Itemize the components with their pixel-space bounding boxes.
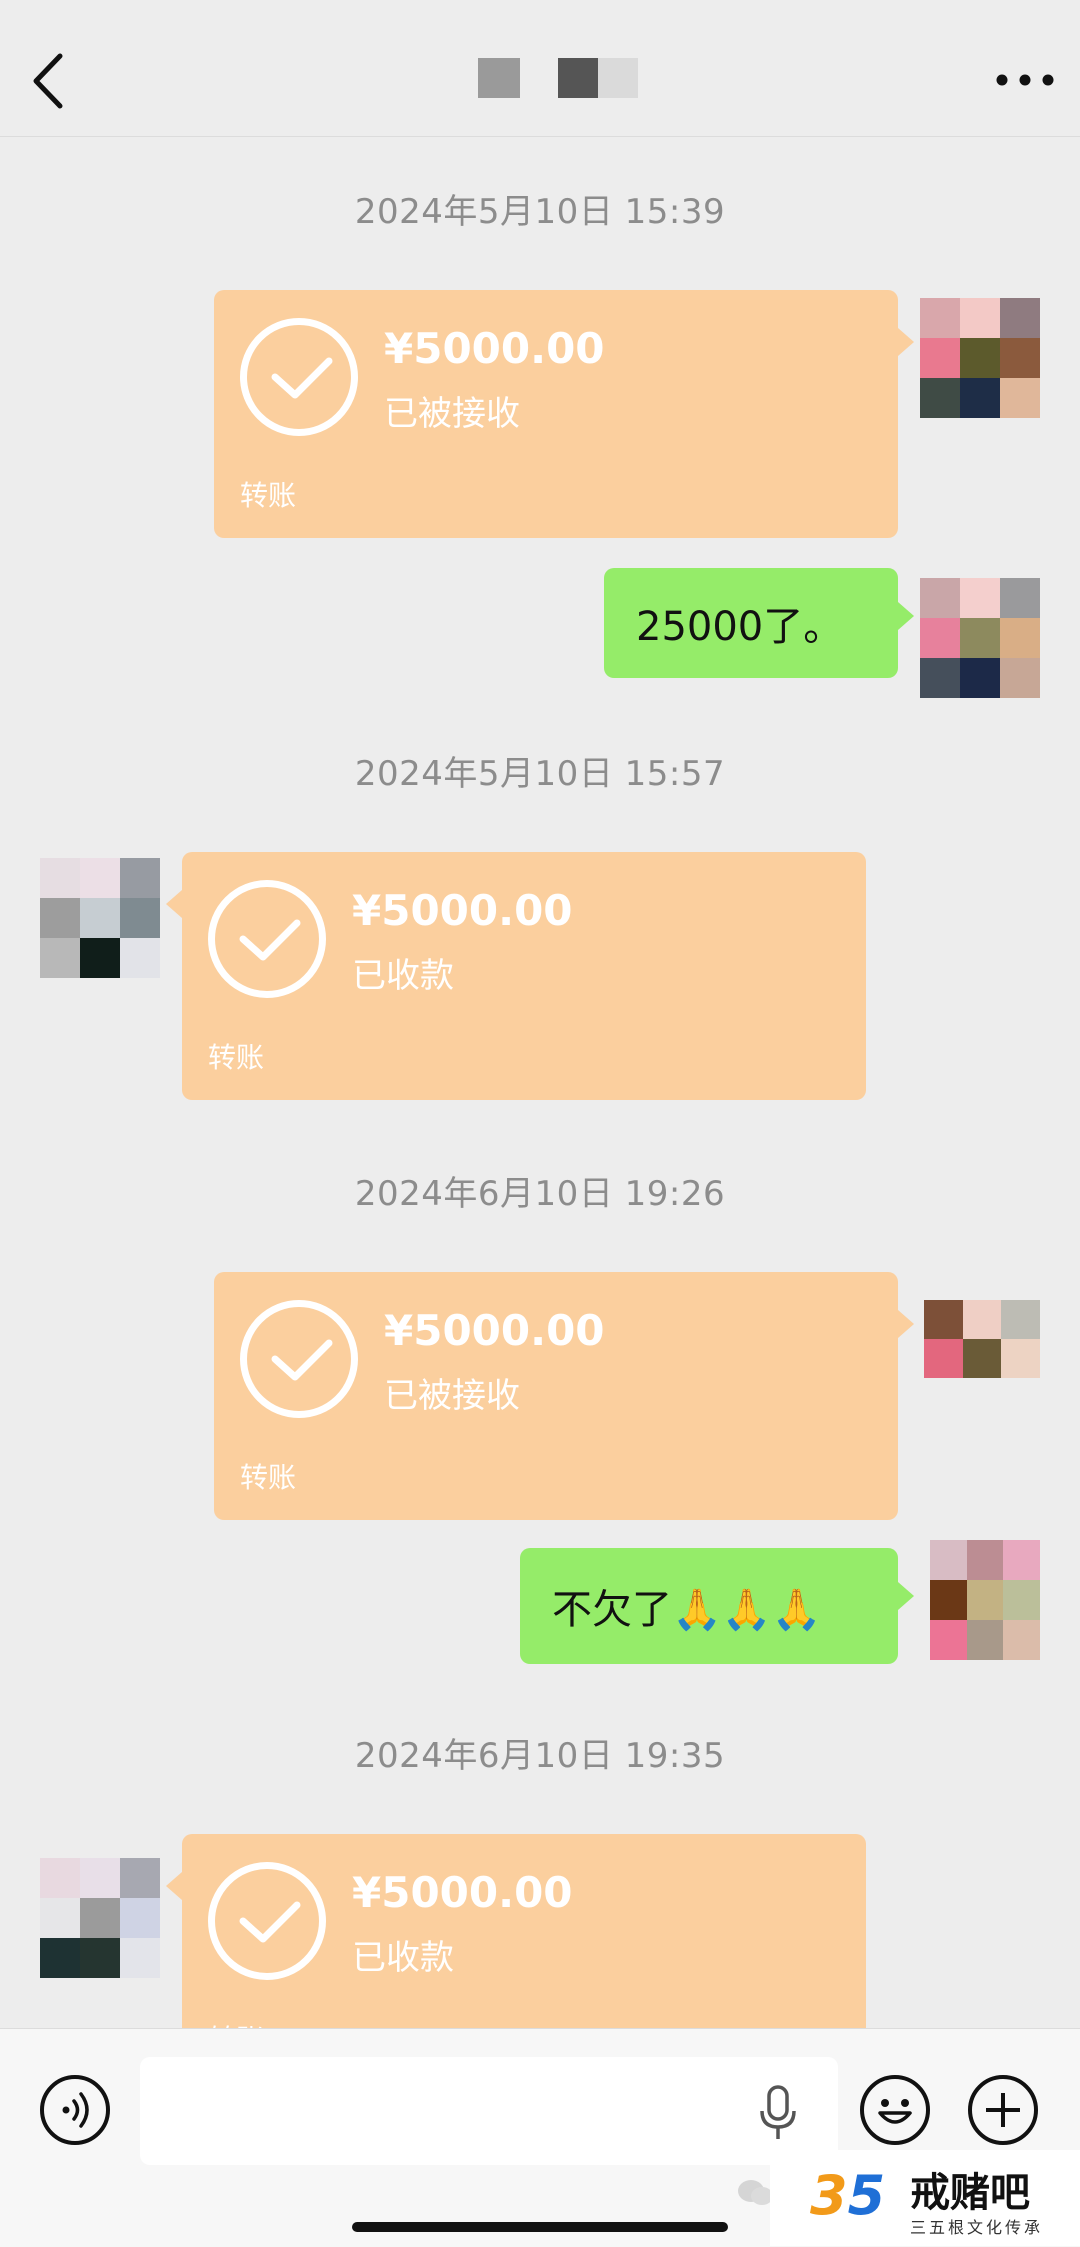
avatar-pixel	[80, 1898, 120, 1938]
avatar[interactable]	[40, 858, 160, 978]
avatar-pixel	[920, 298, 960, 338]
chevron-left-icon[interactable]	[28, 50, 68, 112]
message-input[interactable]	[140, 2057, 838, 2165]
transfer-amount: ¥5000.00	[384, 324, 605, 373]
avatar-pixel	[962, 1300, 1002, 1339]
avatar-pixel	[1000, 298, 1040, 338]
title-block	[598, 58, 638, 98]
avatar-pixel	[1000, 618, 1040, 658]
message-bubble[interactable]: 不欠了🙏🙏🙏	[520, 1548, 914, 1664]
avatar-pixel	[120, 1858, 160, 1898]
avatar-pixel	[920, 338, 960, 378]
avatar-pixel	[40, 898, 80, 938]
emoji-icon[interactable]	[860, 2075, 930, 2145]
avatar-pixel	[120, 1938, 160, 1978]
avatar-pixel	[1003, 1580, 1040, 1620]
avatar-pixel	[1001, 1339, 1040, 1378]
avatar-pixel	[120, 898, 160, 938]
check-circle-icon	[240, 1300, 358, 1418]
avatar-pixel	[1000, 378, 1040, 418]
transfer-bubble[interactable]: ¥5000.00 已被接收 转账	[214, 1272, 914, 1520]
title-block	[478, 58, 520, 98]
message-text: 25000了。	[636, 604, 844, 650]
avatar[interactable]	[930, 1540, 1040, 1660]
avatar-pixel	[960, 618, 1000, 658]
avatar-pixel	[920, 658, 960, 698]
avatar[interactable]	[924, 1300, 1040, 1378]
avatar-pixel	[966, 1580, 1004, 1620]
transfer-status: 已收款	[352, 1938, 454, 1978]
avatar-pixel	[40, 858, 80, 898]
check-circle-icon	[208, 1862, 326, 1980]
avatar-pixel	[920, 378, 960, 418]
avatar-pixel	[80, 1938, 120, 1978]
avatar-pixel	[1000, 338, 1040, 378]
transfer-status: 已收款	[352, 956, 454, 996]
transfer-amount: ¥5000.00	[384, 1306, 605, 1355]
watermark-subtitle: 三五根文化传承	[910, 2218, 1044, 2237]
avatar[interactable]	[920, 578, 1040, 698]
transfer-status: 已被接收	[384, 1376, 520, 1416]
avatar-pixel	[1000, 578, 1040, 618]
avatar-pixel	[80, 938, 120, 978]
logo-mark: 35	[810, 2164, 886, 2227]
microphone-icon[interactable]	[758, 2085, 798, 2141]
transfer-bubble[interactable]: ¥5000.00 已被接收 转账	[214, 290, 914, 538]
timestamp: 2024年6月10日 19:35	[354, 1736, 726, 1776]
more-dots-icon[interactable]	[990, 60, 1060, 100]
transfer-status: 已被接收	[384, 394, 520, 434]
timestamp: 2024年5月10日 15:39	[354, 192, 726, 232]
avatar-pixel	[80, 898, 120, 938]
message-bubble[interactable]: 25000了。	[604, 568, 914, 678]
timestamp: 2024年6月10日 19:26	[354, 1174, 726, 1214]
avatar-pixel	[120, 1898, 160, 1938]
avatar-pixel	[920, 578, 960, 618]
timestamp: 2024年5月10日 15:57	[354, 754, 726, 794]
avatar-pixel	[920, 618, 960, 658]
avatar[interactable]	[920, 298, 1040, 418]
title-block	[558, 58, 598, 98]
avatar-pixel	[930, 1540, 967, 1580]
avatar-pixel	[40, 1938, 80, 1978]
avatar-pixel	[960, 658, 1000, 698]
avatar-pixel	[40, 1858, 80, 1898]
avatar-pixel	[1003, 1620, 1040, 1660]
transfer-label: 转账	[208, 1041, 265, 1074]
transfer-amount: ¥5000.00	[352, 886, 573, 935]
avatar-pixel	[1000, 658, 1040, 698]
check-circle-icon	[208, 880, 326, 998]
avatar-pixel	[80, 858, 120, 898]
avatar-pixel	[120, 938, 160, 978]
avatar-pixel	[924, 1300, 963, 1339]
message-text: 不欠了🙏🙏🙏	[552, 1587, 822, 1633]
avatar-pixel	[966, 1620, 1004, 1660]
avatar-pixel	[1003, 1540, 1040, 1580]
avatar-pixel	[960, 338, 1000, 378]
avatar-pixel	[120, 858, 160, 898]
check-circle-icon	[240, 318, 358, 436]
transfer-label: 转账	[240, 1461, 297, 1494]
chat-header	[0, 0, 1080, 137]
avatar-pixel	[960, 298, 1000, 338]
avatar-pixel	[40, 1898, 80, 1938]
transfer-label: 转账	[240, 479, 297, 512]
avatar-pixel	[962, 1339, 1002, 1378]
voice-icon[interactable]	[40, 2075, 110, 2145]
avatar-pixel	[930, 1620, 967, 1660]
avatar-pixel	[960, 578, 1000, 618]
avatar-pixel	[966, 1540, 1004, 1580]
plus-icon[interactable]	[968, 2075, 1038, 2145]
avatar-pixel	[924, 1339, 963, 1378]
transfer-bubble[interactable]: ¥5000.00 已收款 转账	[166, 852, 866, 1100]
avatar-pixel	[960, 378, 1000, 418]
avatar-pixel	[80, 1858, 120, 1898]
avatar-pixel	[930, 1580, 967, 1620]
home-indicator[interactable]	[352, 2222, 728, 2232]
avatar-pixel	[1001, 1300, 1040, 1339]
avatar[interactable]	[40, 1858, 160, 1978]
avatar-pixel	[40, 938, 80, 978]
watermark-title: 戒赌吧	[910, 2170, 1030, 2216]
transfer-amount: ¥5000.00	[352, 1868, 573, 1917]
watermark-logo: 35 戒赌吧 三五根文化传承	[770, 2150, 1080, 2246]
